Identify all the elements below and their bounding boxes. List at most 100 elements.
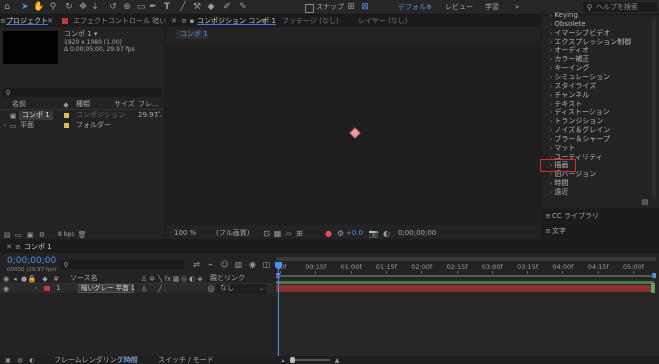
close-icon[interactable]: ✕	[5, 241, 13, 253]
effect-category-item[interactable]: › ディストーション	[550, 108, 610, 117]
zoom-in-icon[interactable]: ▲	[334, 356, 340, 364]
graph-editor-icon[interactable]: ◫	[262, 258, 271, 270]
snap-edge-icon[interactable]: ⊠	[360, 1, 370, 13]
table-row[interactable]: ▣ コンポ 1 コンポジション 29.97 ஃ	[0, 111, 164, 120]
layer-tab[interactable]: レイヤー (なし)	[358, 17, 407, 26]
anchor-tool-icon[interactable]: ⊕	[122, 1, 132, 13]
layer-duration-bar-top[interactable]	[276, 281, 654, 284]
effect-category-item[interactable]: › 遠近	[550, 188, 568, 197]
new-folder-icon[interactable]: ▭	[14, 230, 22, 239]
new-bin-icon[interactable]: ▤	[641, 198, 649, 206]
exposure-icon[interactable]: ⚙	[336, 227, 345, 239]
workspace-menu-icon[interactable]: ≡	[426, 3, 432, 12]
comp-flowchart-icon[interactable]: ⇄	[192, 258, 201, 270]
close-icon[interactable]: ✕	[170, 15, 178, 27]
switch-mode-toggle[interactable]: スイッチ / モード	[158, 356, 214, 364]
column-parent-link[interactable]: 親とリンク	[210, 274, 245, 283]
effect-category-item[interactable]: › ブラー＆シャープ	[550, 135, 610, 144]
column-type[interactable]: 種類	[76, 100, 90, 109]
zoom-out-icon[interactable]: ▴	[280, 356, 286, 364]
expand-arrow-icon[interactable]: ›	[2, 121, 8, 130]
trash-icon[interactable]: 🗑	[78, 230, 87, 239]
timeline-search-input[interactable]	[60, 260, 184, 269]
effect-category-item[interactable]: › 時間	[550, 179, 568, 188]
clone-stamp-icon[interactable]: ⚒	[192, 1, 202, 13]
expand-arrow-icon[interactable]: ›	[33, 284, 39, 293]
show-channel-icon[interactable]: ◐	[382, 227, 391, 239]
table-row[interactable]: › ▭ 平面 フォルダー	[0, 121, 164, 130]
project-search-input[interactable]	[2, 88, 162, 97]
eye-icon[interactable]: ◉	[2, 284, 10, 293]
column-source-name[interactable]: ソース名	[70, 274, 98, 283]
exposure-value[interactable]: +0.0	[346, 229, 363, 238]
mask-visibility-icon[interactable]: ⌓	[284, 227, 293, 239]
color-channel-icon[interactable]: ●	[324, 227, 333, 239]
close-icon[interactable]: ✕	[46, 15, 54, 27]
snap-options-icon[interactable]: ⊞	[346, 1, 356, 13]
type-tool-icon[interactable]: T	[162, 1, 172, 13]
workspace-more[interactable]: »	[515, 3, 519, 12]
zoom-dropdown[interactable]: 100 %	[174, 229, 196, 238]
home-icon[interactable]: ⌂	[2, 1, 12, 13]
snap-checkbox[interactable]	[305, 4, 314, 13]
shy-switch[interactable]: ♙	[140, 284, 148, 293]
project-tab[interactable]: プロジェクト	[6, 17, 48, 26]
grid-guide-icon[interactable]: ⊞	[295, 227, 304, 239]
pen-tool-icon[interactable]: ✒	[148, 1, 158, 13]
effect-category-item[interactable]: › Keying	[550, 11, 578, 20]
project-settings-icon[interactable]: ⚙	[38, 230, 46, 239]
effect-category-item[interactable]: › キーイング	[550, 64, 589, 73]
roto-brush-icon[interactable]: ✐	[222, 1, 232, 13]
snapshot-icon[interactable]: 📷	[369, 227, 379, 239]
shy-layers-icon[interactable]: ☺	[220, 258, 229, 270]
column-frame[interactable]: フレ...	[138, 100, 159, 109]
cc-libraries-tab[interactable]: CC ライブラリ	[552, 212, 599, 221]
rectangle-tool-icon[interactable]: ▭	[136, 1, 146, 13]
effect-category-item[interactable]: › ノイズ＆グレイン	[550, 126, 610, 135]
effects-scrollbar[interactable]	[652, 18, 656, 198]
new-comp-icon[interactable]: ▣	[26, 230, 34, 239]
pickwhip-icon[interactable]: @	[207, 284, 215, 293]
zoom-tool-icon[interactable]: ⚲	[48, 1, 58, 13]
toggle-transfer-icon[interactable]: ◐	[28, 356, 36, 364]
timeline-tab[interactable]: コンポ 1	[24, 243, 52, 252]
timeline-zoom-slider[interactable]	[290, 359, 330, 361]
effect-category-item[interactable]: › イマーシブビデオ	[550, 29, 610, 38]
character-tab[interactable]: 文字	[552, 227, 566, 236]
render-icon[interactable]: ▣	[4, 356, 12, 364]
transparency-grid-icon[interactable]: ▦	[273, 227, 282, 239]
effect-category-item[interactable]: › Obsolete	[550, 20, 586, 29]
eraser-tool-icon[interactable]: ◆	[206, 1, 216, 13]
effect-category-item[interactable]: › シミュレーション	[550, 73, 610, 82]
resolution-dropdown[interactable]: (フル画質)	[216, 229, 249, 238]
viewer-timecode[interactable]: 0;00;00;00	[398, 229, 436, 238]
effect-controls-tab[interactable]: エフェクトコントロール 暗いグレ	[73, 17, 180, 26]
quality-switch[interactable]: ╱	[156, 284, 164, 293]
work-area-bar[interactable]	[276, 257, 656, 261]
draft-3d-icon[interactable]: ⌁	[206, 258, 215, 270]
toggle-switches-icon[interactable]: ◍	[16, 356, 24, 364]
lock-icon[interactable]: ▪	[188, 15, 196, 27]
timeline-zoom-slider-thumb[interactable]	[290, 357, 295, 363]
panel-menu-icon[interactable]: ≡	[545, 210, 551, 222]
workspace-learn[interactable]: 学習	[485, 3, 499, 12]
rotate-tool-icon[interactable]: ↺	[108, 1, 118, 13]
brush-tool-icon[interactable]: ╱	[178, 1, 188, 13]
dolly-tool-icon[interactable]: ↓	[90, 1, 100, 13]
interpret-footage-icon[interactable]: ▤	[3, 230, 11, 239]
panel-menu-icon[interactable]: ≡	[545, 226, 551, 236]
layer-out-point[interactable]	[651, 283, 655, 293]
hand-tool-icon[interactable]: ✋	[33, 1, 44, 13]
footage-tab[interactable]: フッテージ (なし)	[282, 17, 339, 26]
move-tool-icon[interactable]: ✥	[78, 1, 88, 13]
effect-category-item[interactable]: › トランジション	[550, 117, 603, 126]
panel-menu-icon[interactable]: ≡	[14, 241, 22, 253]
effect-category-item[interactable]: › カラー補正	[550, 55, 589, 64]
panel-options-icon[interactable]: ≡	[260, 15, 268, 27]
layer-label-swatch[interactable]	[44, 286, 50, 291]
effect-category-item[interactable]: › チャンネル	[550, 91, 589, 100]
selection-tool-icon[interactable]: ➤	[20, 1, 30, 13]
bpc-label[interactable]: 8 bpc	[58, 230, 75, 239]
column-size[interactable]: サイズ	[114, 100, 135, 109]
effect-category-item[interactable]: › マット	[550, 144, 575, 153]
